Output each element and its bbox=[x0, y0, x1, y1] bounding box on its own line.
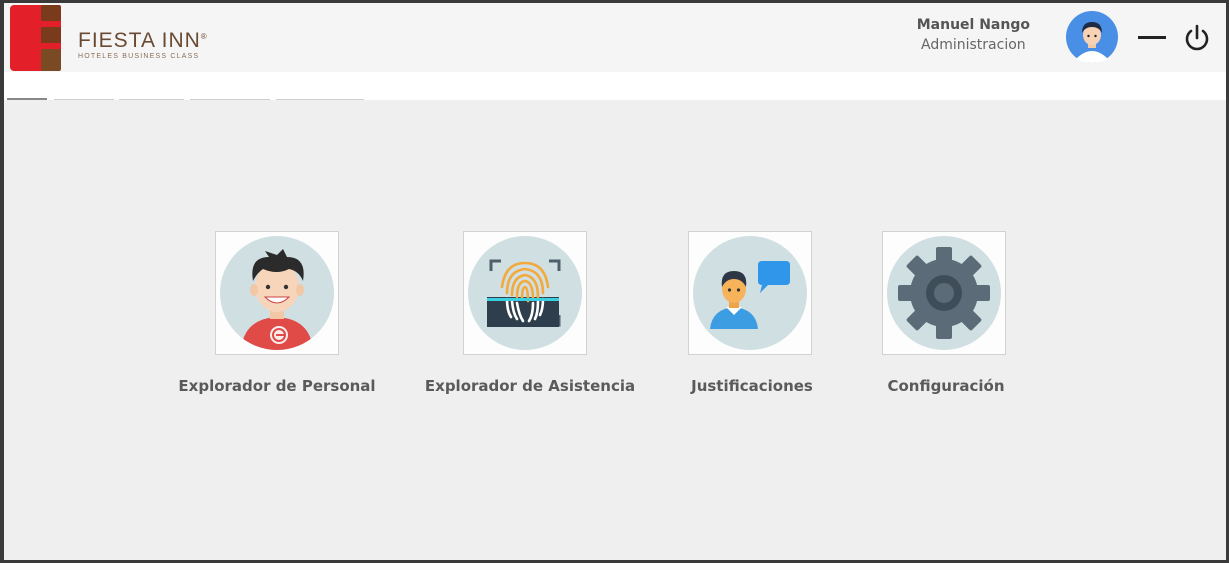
tab-strip bbox=[4, 72, 1226, 100]
header-bar: FIESTA INN® HOTELES BUSINESS CLASS Manue… bbox=[4, 3, 1226, 72]
module-tile-justificaciones[interactable] bbox=[688, 231, 812, 355]
module-label-asistencia[interactable]: Explorador de Asistencia bbox=[410, 377, 650, 395]
gear-icon bbox=[887, 236, 1001, 350]
tab-active-indicator[interactable] bbox=[7, 98, 47, 100]
person-chat-icon bbox=[693, 236, 807, 350]
fingerprint-icon bbox=[468, 236, 582, 350]
user-name: Manuel Nango bbox=[916, 17, 1030, 33]
tab-divider bbox=[54, 99, 114, 100]
person-icon bbox=[220, 236, 334, 350]
module-tile-configuracion[interactable] bbox=[882, 231, 1006, 355]
module-label-personal[interactable]: Explorador de Personal bbox=[157, 377, 397, 395]
fiesta-inn-logo bbox=[10, 5, 61, 71]
tab-divider bbox=[276, 99, 364, 100]
power-icon[interactable] bbox=[1182, 23, 1212, 53]
user-role: Administracion bbox=[921, 37, 1026, 53]
brand-tagline: HOTELES BUSINESS CLASS bbox=[78, 53, 200, 60]
app-window: FIESTA INN® HOTELES BUSINESS CLASS Manue… bbox=[4, 3, 1226, 560]
brand-name: FIESTA INN® bbox=[78, 29, 207, 52]
tab-divider bbox=[119, 99, 184, 100]
module-tile-asistencia[interactable] bbox=[463, 231, 587, 355]
tab-divider bbox=[190, 99, 270, 100]
minimize-icon[interactable] bbox=[1136, 25, 1166, 49]
module-label-configuracion[interactable]: Configuración bbox=[826, 377, 1066, 395]
module-tile-personal[interactable] bbox=[215, 231, 339, 355]
avatar-icon[interactable] bbox=[1066, 11, 1118, 63]
